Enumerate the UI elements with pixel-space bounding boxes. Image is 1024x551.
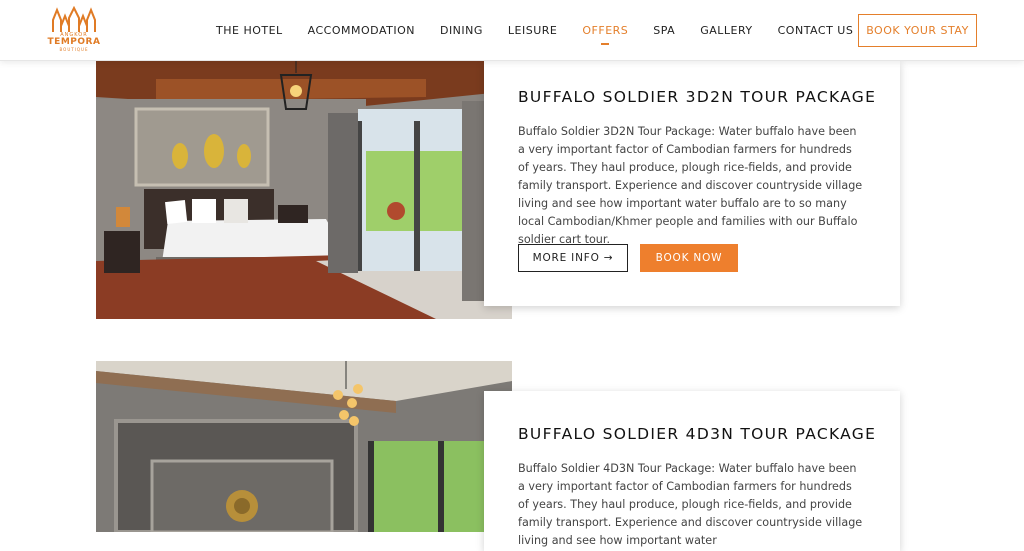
temple-logo-icon bbox=[52, 6, 96, 32]
package-card-4d3n: BUFFALO SOLDIER 4D3N TOUR PACKAGE Buffal… bbox=[484, 391, 900, 551]
package-title: BUFFALO SOLDIER 4D3N TOUR PACKAGE bbox=[518, 425, 877, 443]
logo-name-text: TEMPORA bbox=[47, 37, 101, 47]
package-photo-4d3n bbox=[96, 361, 512, 532]
package-photo-3d2n bbox=[96, 61, 512, 319]
nav-item-contact-us[interactable]: CONTACT US bbox=[778, 24, 854, 37]
book-your-stay-button[interactable]: BOOK YOUR STAY bbox=[858, 14, 977, 47]
nav-item-spa[interactable]: SPA bbox=[653, 24, 675, 37]
package-title: BUFFALO SOLDIER 3D2N TOUR PACKAGE bbox=[518, 88, 877, 106]
site-header: ANGKOR TEMPORA BOUTIQUE THE HOTEL ACCOMM… bbox=[0, 0, 1024, 61]
nav-item-gallery[interactable]: GALLERY bbox=[700, 24, 752, 37]
package-description: Buffalo Soldier 4D3N Tour Package: Water… bbox=[518, 462, 863, 547]
nav-item-leisure[interactable]: LEISURE bbox=[508, 24, 557, 37]
nav-item-offers[interactable]: OFFERS bbox=[582, 24, 628, 45]
package-card-3d2n: BUFFALO SOLDIER 3D2N TOUR PACKAGE Buffal… bbox=[484, 61, 900, 306]
logo-sub-text: BOUTIQUE bbox=[59, 47, 89, 52]
nav-item-dining[interactable]: DINING bbox=[440, 24, 483, 37]
book-now-button[interactable]: BOOK NOW bbox=[640, 244, 738, 272]
main-nav: THE HOTEL ACCOMMODATION DINING LEISURE O… bbox=[216, 24, 854, 45]
nav-item-accommodation[interactable]: ACCOMMODATION bbox=[308, 24, 415, 37]
hotel-logo[interactable]: ANGKOR TEMPORA BOUTIQUE bbox=[44, 6, 104, 56]
nav-item-the-hotel[interactable]: THE HOTEL bbox=[216, 24, 283, 37]
more-info-button[interactable]: MORE INFO → bbox=[518, 244, 628, 272]
package-description: Buffalo Soldier 3D2N Tour Package: Water… bbox=[518, 125, 863, 246]
